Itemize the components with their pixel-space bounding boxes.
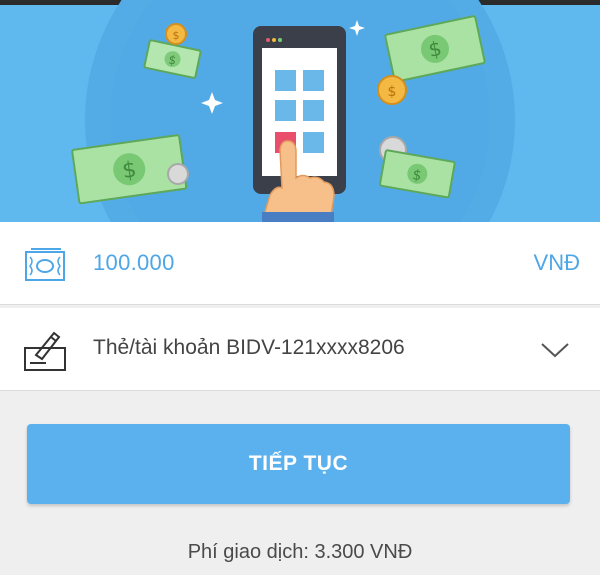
svg-text:$: $	[388, 84, 397, 100]
phone-with-money-illustration: $ $ $ $ $ $	[71, 0, 515, 222]
currency-label: VNĐ	[533, 250, 580, 275]
banknote-icon	[25, 248, 65, 281]
card-sign-icon	[24, 331, 66, 371]
amount-row[interactable]: 100.000 VNĐ	[0, 222, 600, 305]
hero-banner: $ $ $ $ $ $	[0, 0, 600, 222]
amount-value[interactable]: 100.000	[93, 250, 175, 276]
account-label: Thẻ/tài khoản BIDV-121xxxx8206	[93, 336, 405, 359]
chevron-down-icon[interactable]	[540, 341, 570, 359]
coin-icon: $	[165, 23, 187, 45]
phone-icon	[253, 26, 346, 194]
coin-icon	[167, 163, 189, 185]
transaction-fee-text: Phí giao dịch: 3.300 VNĐ	[187, 541, 413, 563]
coin-icon: $	[377, 75, 407, 105]
svg-text:$: $	[173, 29, 180, 42]
account-selector[interactable]: Thẻ/tài khoản BIDV-121xxxx8206	[0, 308, 600, 391]
continue-button[interactable]: TIẾP TỤC	[27, 424, 570, 504]
